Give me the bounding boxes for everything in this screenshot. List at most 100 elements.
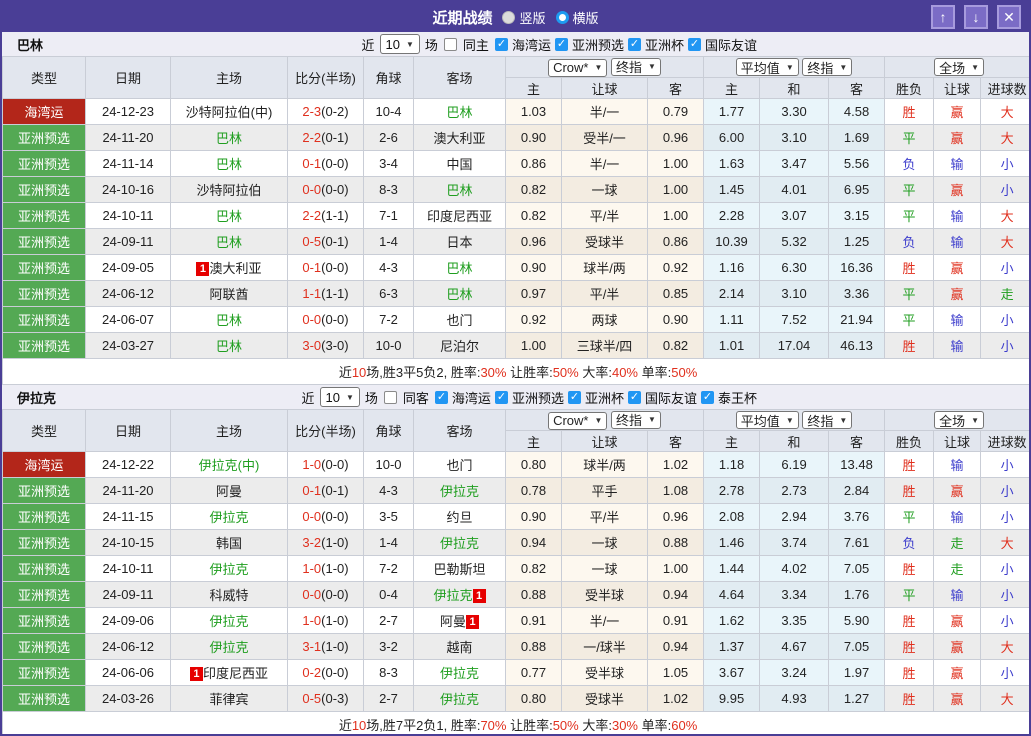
layout-horizontal-option[interactable]: 横版 — [556, 8, 599, 27]
chevron-down-icon: ▼ — [594, 63, 602, 72]
avg-away-odds: 1.97 — [829, 660, 885, 686]
avg-home-odds: 1.44 — [704, 556, 760, 582]
col-score-header: 比分(半场) — [288, 57, 364, 99]
match-row: 亚洲预选24-11-15伊拉克0-0(0-0)3-5约旦0.90平/半0.962… — [3, 504, 1031, 530]
match-row: 亚洲预选24-03-27巴林3-0(3-0)10-0尼泊尔1.00三球半/四0.… — [3, 333, 1031, 359]
result-goals: 大 — [981, 229, 1031, 255]
home-team-name: 韩国 — [216, 536, 242, 551]
score-cell: 0-0(0-0) — [288, 504, 364, 530]
match-row: 亚洲预选24-06-061印度尼西亚0-2(0-0)8-3伊拉克0.77受半球1… — [3, 660, 1031, 686]
away-team-name: 伊拉克 — [433, 588, 472, 603]
score-cell: 2-2(0-1) — [288, 125, 364, 151]
move-up-button[interactable]: ↑ — [931, 5, 955, 29]
checkbox-checked-icon[interactable]: ✓ — [628, 391, 641, 404]
col-date-header: 日期 — [86, 57, 171, 99]
score-cell: 0-5(0-1) — [288, 229, 364, 255]
halftime-score: (0-1) — [321, 234, 348, 249]
avg-draw-odds: 3.10 — [760, 125, 829, 151]
away-team-name: 约旦 — [446, 510, 472, 525]
summary-part: 10 — [352, 365, 366, 380]
match-date: 24-10-11 — [86, 556, 171, 582]
checkbox-checked-icon[interactable]: ✓ — [495, 391, 508, 404]
checkbox-checked-icon[interactable]: ✓ — [568, 391, 581, 404]
title-group: 近期战绩 竖版 横版 — [432, 7, 598, 28]
bookmaker-select[interactable]: Crow*▼ — [548, 59, 607, 77]
home-odds: 0.92 — [506, 307, 562, 333]
home-cell: 伊拉克 — [171, 504, 288, 530]
result-goals: 小 — [981, 177, 1031, 203]
match-count-select[interactable]: 10▼ — [380, 34, 420, 54]
fulltime-select[interactable]: 全场▼ — [934, 58, 984, 76]
average-select[interactable]: 平均值▼ — [736, 58, 799, 76]
close-button[interactable]: ✕ — [997, 5, 1021, 29]
halftime-score: (1-0) — [321, 639, 348, 654]
checkbox-checked-icon[interactable]: ✓ — [701, 391, 714, 404]
col-type-header: 类型 — [3, 410, 86, 452]
corner-count: 3-4 — [364, 151, 414, 177]
match-count-select[interactable]: 10▼ — [320, 387, 360, 407]
score-cell: 0-0(0-0) — [288, 177, 364, 203]
match-type-badge: 亚洲预选 — [3, 333, 86, 359]
window-buttons: ↑ ↓ ✕ — [931, 5, 1021, 29]
away-cell: 印度尼西亚 — [414, 203, 506, 229]
home-cell: 阿联酋 — [171, 281, 288, 307]
match-count-select-value: 10 — [326, 390, 340, 405]
bookmaker-select[interactable]: Crow*▼ — [548, 412, 607, 430]
final-odds-select[interactable]: 终指▼ — [802, 58, 852, 76]
checkbox-unchecked-icon[interactable] — [444, 38, 457, 51]
fulltime-score: 0-5 — [302, 691, 321, 706]
final-odds-select[interactable]: 终指▼ — [611, 58, 661, 76]
home-odds: 0.94 — [506, 530, 562, 556]
fulltime-score: 0-0 — [302, 312, 321, 327]
result-goals: 小 — [981, 333, 1031, 359]
result-outcome: 胜 — [885, 452, 934, 478]
match-type-badge: 亚洲预选 — [3, 660, 86, 686]
page-title: 近期战绩 — [432, 7, 492, 28]
avg-away-odds: 1.25 — [829, 229, 885, 255]
result-handicap: 赢 — [934, 177, 981, 203]
checkbox-checked-icon[interactable]: ✓ — [688, 38, 701, 51]
avg-home-odds: 1.11 — [704, 307, 760, 333]
checkbox-unchecked-icon[interactable] — [384, 391, 397, 404]
fulltime-score: 0-2 — [302, 665, 321, 680]
fulltime-select[interactable]: 全场▼ — [934, 411, 984, 429]
away-team-name: 巴勒斯坦 — [433, 562, 485, 577]
vertical-label: 竖版 — [519, 8, 545, 27]
average-select-value: 平均值 — [741, 411, 780, 430]
checkbox-checked-icon[interactable]: ✓ — [495, 38, 508, 51]
final-odds-select[interactable]: 终指▼ — [802, 411, 852, 429]
final-odds-select[interactable]: 终指▼ — [611, 411, 661, 429]
away-team-name: 也门 — [446, 313, 472, 328]
match-date: 24-09-11 — [86, 229, 171, 255]
games-label: 场 — [425, 35, 438, 54]
fulltime-score: 2-2 — [302, 130, 321, 145]
avg-home-odds: 1.37 — [704, 634, 760, 660]
layout-vertical-option[interactable]: 竖版 — [502, 8, 545, 27]
move-down-button[interactable]: ↓ — [964, 5, 988, 29]
away-team-name: 巴林 — [446, 183, 472, 198]
radio-selected-icon[interactable] — [556, 11, 569, 24]
radio-unselected-icon[interactable] — [502, 11, 515, 24]
average-odds-group: 平均值▼ 终指▼ — [704, 57, 885, 78]
checkbox-checked-icon[interactable]: ✓ — [555, 38, 568, 51]
match-date: 24-09-06 — [86, 608, 171, 634]
checkbox-checked-icon[interactable]: ✓ — [435, 391, 448, 404]
avg-draw-odds: 6.19 — [760, 452, 829, 478]
halftime-score: (0-1) — [321, 483, 348, 498]
result-goals: 大 — [981, 686, 1031, 712]
checkbox-checked-icon[interactable]: ✓ — [628, 38, 641, 51]
sub-col-header: 进球数 — [981, 431, 1031, 452]
away-cell: 巴林 — [414, 177, 506, 203]
home-team-name: 沙特阿拉伯(中) — [186, 105, 273, 120]
score-cell: 2-2(1-1) — [288, 203, 364, 229]
match-date: 24-10-16 — [86, 177, 171, 203]
away-odds: 1.00 — [648, 177, 704, 203]
home-team-name: 伊拉克 — [209, 562, 248, 577]
average-select[interactable]: 平均值 ▼ — [736, 411, 799, 429]
home-cell: 巴林 — [171, 307, 288, 333]
result-outcome: 胜 — [885, 333, 934, 359]
sub-col-header: 和 — [760, 78, 829, 99]
avg-home-odds: 2.14 — [704, 281, 760, 307]
chevron-down-icon: ▼ — [786, 416, 794, 425]
result-outcome: 胜 — [885, 634, 934, 660]
